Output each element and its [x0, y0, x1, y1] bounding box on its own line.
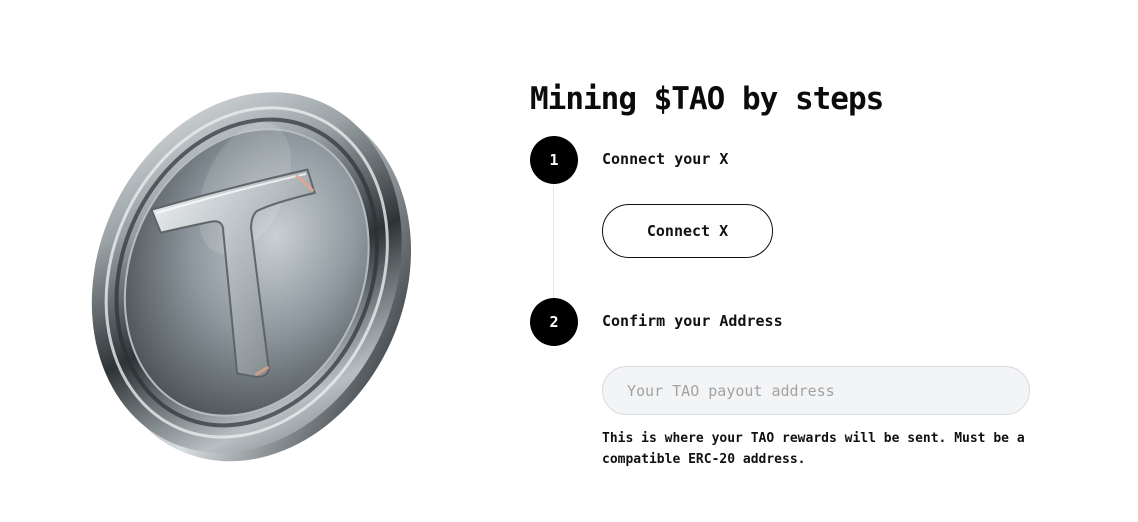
step-1-label: Connect your X [602, 150, 729, 168]
address-help-text: This is where your TAO rewards will be s… [602, 431, 1025, 467]
tao-coin-icon [70, 78, 430, 473]
step-1-number-badge: 1 [530, 136, 578, 184]
mining-steps-page: Mining $TAO by steps 1 Connect your X Co… [0, 0, 1138, 522]
step-connector-line [553, 185, 554, 298]
payout-address-input[interactable] [602, 366, 1030, 415]
step-2-number-badge: 2 [530, 298, 578, 346]
step-2-label: Confirm your Address [602, 312, 783, 330]
connect-x-button[interactable]: Connect X [602, 204, 773, 258]
page-title: Mining $TAO by steps [530, 80, 884, 117]
